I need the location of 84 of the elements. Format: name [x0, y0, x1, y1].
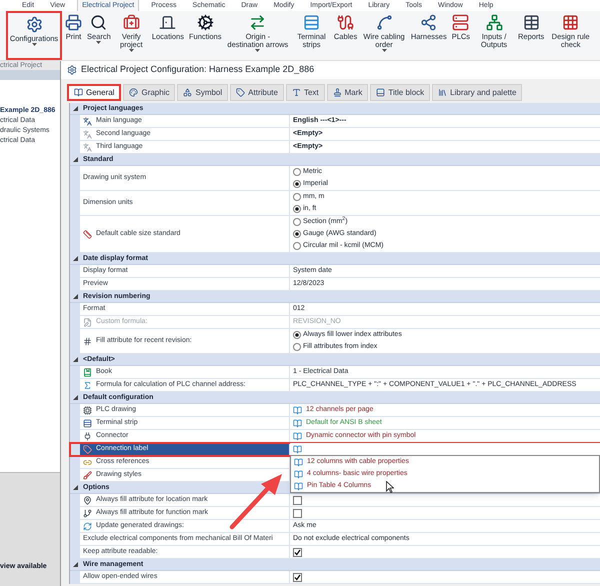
tab[interactable]: Symbol	[177, 84, 228, 101]
collapse-icon[interactable]	[73, 562, 78, 567]
book-icon	[294, 458, 303, 466]
cable-icon	[337, 14, 354, 31]
brush-icon	[83, 470, 92, 480]
window-title: Electrical Project Configuration: Harness Example 2D_886	[81, 63, 314, 76]
tab[interactable]: Attribute	[230, 84, 284, 101]
wire-icon	[376, 14, 393, 31]
arrow-annotation	[230, 474, 282, 530]
refresh-icon	[83, 522, 92, 530]
tag-icon	[236, 88, 246, 97]
caret-icon	[32, 43, 36, 46]
ruler-icon	[83, 230, 92, 238]
library-icon	[438, 88, 448, 97]
arrows-icon	[249, 14, 266, 31]
book-icon	[293, 444, 302, 454]
search-icon	[90, 14, 108, 31]
radio-button[interactable]	[293, 168, 301, 176]
collapse-icon[interactable]	[73, 294, 78, 299]
collapse-icon[interactable]	[73, 106, 78, 111]
caret-icon	[255, 49, 260, 52]
language-icon	[83, 116, 92, 126]
terminal-strip-icon	[83, 418, 92, 428]
title-block-icon	[376, 88, 386, 97]
radio-button[interactable]	[293, 218, 301, 226]
radio-button[interactable]	[293, 331, 301, 339]
radio-button[interactable]	[293, 193, 301, 201]
collapse-icon[interactable]	[73, 157, 78, 162]
panel-header-bar	[0, 70, 60, 80]
gear-icon	[26, 16, 42, 33]
tab[interactable]: Graphic	[123, 84, 176, 101]
terminal-strip-icon	[303, 14, 320, 31]
book-icon	[293, 432, 302, 440]
medical-kit-icon	[122, 14, 140, 31]
collapse-icon[interactable]	[73, 485, 78, 490]
harness-icon	[420, 14, 438, 31]
book-icon	[293, 406, 302, 414]
pin-icon	[83, 496, 92, 504]
table-icon	[522, 14, 540, 31]
branch-icon	[83, 508, 92, 518]
printer-icon	[65, 14, 82, 31]
network-icon	[486, 14, 503, 31]
radio-button[interactable]	[293, 180, 301, 188]
checkbox[interactable]	[293, 572, 302, 582]
cog-icon	[196, 14, 214, 31]
hash-icon	[83, 336, 92, 346]
plc-icon	[452, 14, 470, 31]
language-icon	[83, 130, 92, 138]
book-icon	[293, 418, 302, 428]
palette-icon	[129, 88, 138, 97]
tab[interactable]: Text	[286, 84, 325, 101]
checkbox[interactable]	[293, 508, 302, 518]
radio-button[interactable]	[293, 230, 301, 238]
tag-icon	[83, 444, 92, 454]
stamp-icon	[332, 88, 342, 97]
book-icon	[83, 368, 92, 376]
tab[interactable]: Title block	[370, 84, 430, 101]
caret-icon	[96, 41, 102, 44]
sigma-icon	[83, 380, 92, 390]
chip-icon	[83, 406, 92, 414]
radio-button[interactable]	[293, 205, 301, 213]
tab[interactable]: General	[67, 84, 122, 101]
app-icon	[67, 65, 77, 75]
book-icon	[294, 482, 303, 490]
document-icon	[83, 318, 92, 326]
radio-button[interactable]	[293, 343, 301, 351]
collapse-icon[interactable]	[73, 357, 78, 362]
grid-icon	[562, 14, 580, 31]
book-icon	[74, 88, 83, 97]
checkbox[interactable]	[293, 548, 302, 556]
caret-icon	[382, 49, 387, 52]
caret-icon	[128, 49, 134, 52]
link-icon	[83, 458, 92, 466]
shapes-icon	[183, 88, 192, 97]
book-icon	[294, 470, 303, 478]
text-icon	[292, 88, 301, 97]
radio-button[interactable]	[293, 242, 301, 250]
tab[interactable]: Mark	[326, 84, 368, 101]
tab[interactable]: Library and palette	[432, 84, 522, 101]
language-icon	[83, 142, 92, 152]
plug-icon	[83, 432, 92, 440]
collapse-icon[interactable]	[73, 256, 78, 261]
checkbox[interactable]	[293, 496, 302, 504]
collapse-icon[interactable]	[73, 395, 78, 400]
